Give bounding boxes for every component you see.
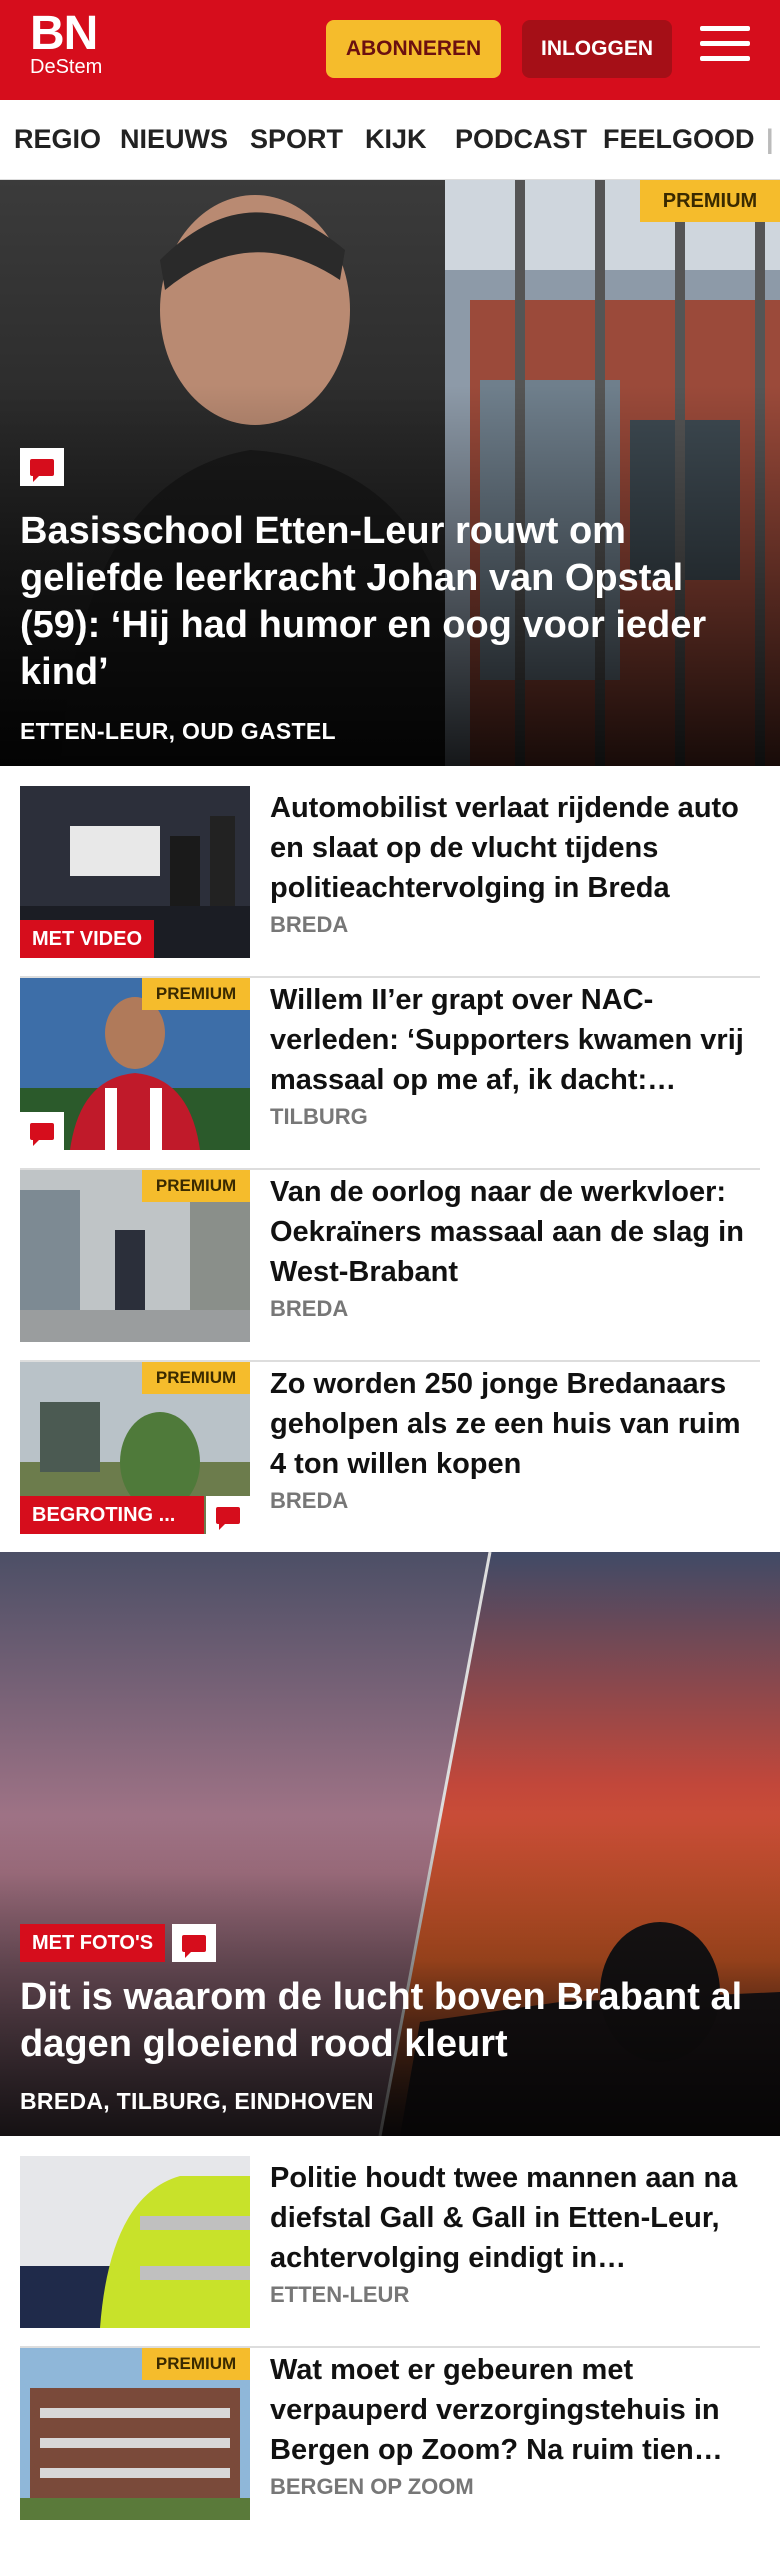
nav-item-podcast[interactable]: PODCAST xyxy=(455,124,587,155)
article-thumbnail xyxy=(20,2156,250,2328)
hero-article[interactable]: PREMIUM Basisschool Etten-Leur rouwt om … xyxy=(0,180,780,766)
list-item[interactable]: Politie houdt twee mannen aan na diefsta… xyxy=(20,2156,760,2348)
hero-title[interactable]: Basisschool Etten-Leur rouwt om geliefde… xyxy=(20,508,750,696)
article-location: BREDA xyxy=(270,1488,349,1513)
comment-icon xyxy=(20,448,64,486)
article-title[interactable]: Automobilist verlaat rijdende auto en sl… xyxy=(270,788,760,908)
logo-main: BN xyxy=(30,7,98,60)
list-item[interactable]: PREMIUM Wat moet er gebeuren met verpaup… xyxy=(20,2348,760,2540)
article-title[interactable]: Politie houdt twee mannen aan na diefsta… xyxy=(270,2158,760,2278)
article-location: TILBURG xyxy=(270,1104,368,1129)
login-button[interactable]: INLOGGEN xyxy=(522,20,672,78)
site-header: BN DeStem ABONNEREN INLOGGEN xyxy=(0,0,780,100)
article-title[interactable]: Wat moet er gebeuren met verpauperd verz… xyxy=(270,2350,760,2470)
section-nav: REGIO NIEUWS SPORT KIJK PODCAST FEELGOOD… xyxy=(0,100,780,180)
nav-overflow-indicator: | xyxy=(766,124,774,154)
nav-item-kijk[interactable]: KIJK xyxy=(365,124,427,155)
premium-badge: PREMIUM xyxy=(142,1362,250,1394)
subscribe-button[interactable]: ABONNEREN xyxy=(326,20,501,78)
video-tag: MET VIDEO xyxy=(20,920,155,958)
list-item[interactable]: PREMIUM Van de oorlog naar de werkvloer:… xyxy=(20,1170,760,1362)
hero-article[interactable]: MET FOTO'S Dit is waarom de lucht boven … xyxy=(0,1552,780,2136)
premium-badge: PREMIUM xyxy=(640,180,780,222)
premium-badge: PREMIUM xyxy=(142,1170,250,1202)
hero-title[interactable]: Dit is waarom de lucht boven Brabant al … xyxy=(20,1974,750,2068)
article-location: BREDA xyxy=(270,912,349,937)
article-location: BERGEN OP ZOOM xyxy=(270,2474,474,2499)
nav-item-feelgood[interactable]: FEELGOOD xyxy=(603,124,755,155)
list-item[interactable]: PREMIUM BEGROTING ... Zo worden 250 jong… xyxy=(20,1362,760,1554)
hero-locations: ETTEN-LEUR, OUD GASTEL xyxy=(20,718,336,744)
comment-icon xyxy=(172,1924,216,1962)
photos-tag: MET FOTO'S xyxy=(20,1924,166,1962)
premium-badge: PREMIUM xyxy=(142,2348,250,2380)
article-location: ETTEN-LEUR xyxy=(270,2282,410,2307)
hamburger-menu-icon[interactable] xyxy=(700,26,750,70)
list-item[interactable]: PREMIUM Willem II’er grapt over NAC-verl… xyxy=(20,978,760,1170)
nav-item-sport[interactable]: SPORT xyxy=(250,124,343,155)
article-location: BREDA xyxy=(270,1296,349,1321)
article-title[interactable]: Zo worden 250 jonge Bredanaars geholpen … xyxy=(270,1364,760,1484)
list-item[interactable]: MET VIDEO Automobilist verlaat rijdende … xyxy=(20,786,760,978)
nav-item-regio[interactable]: REGIO xyxy=(14,124,101,155)
hero-locations: BREDA, TILBURG, EINDHOVEN xyxy=(20,2088,374,2114)
nav-item-nieuws[interactable]: NIEUWS xyxy=(120,124,228,155)
article-title[interactable]: Van de oorlog naar de werkvloer: Oekraïn… xyxy=(270,1172,760,1292)
article-title[interactable]: Willem II’er grapt over NAC-verleden: ‘S… xyxy=(270,980,760,1100)
site-logo[interactable]: BN DeStem xyxy=(30,7,103,79)
comment-icon xyxy=(20,1112,64,1150)
logo-sub: DeStem xyxy=(30,56,103,78)
comment-icon xyxy=(206,1496,250,1534)
premium-badge: PREMIUM xyxy=(142,978,250,1010)
category-tag: BEGROTING ... xyxy=(20,1496,204,1534)
